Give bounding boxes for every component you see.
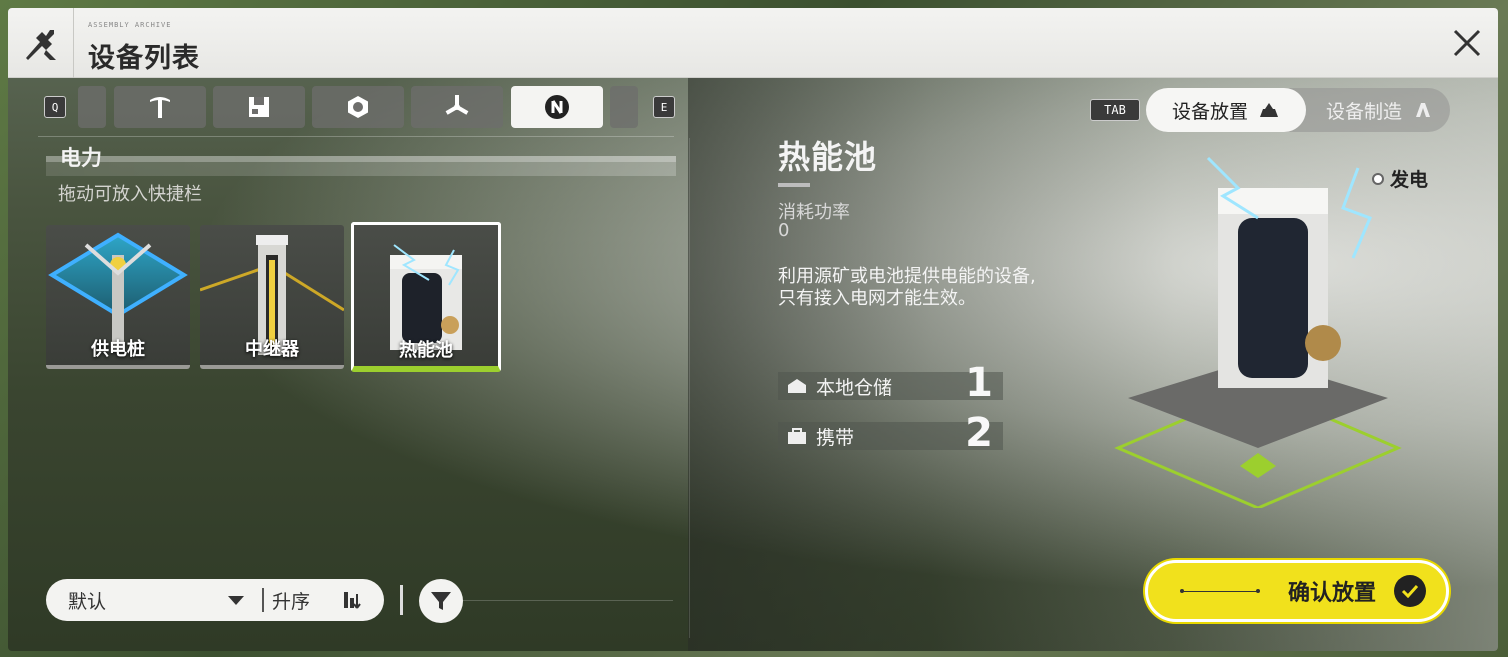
section-bar	[46, 156, 676, 176]
filter-divider	[463, 600, 673, 601]
tab-pickaxe[interactable]	[114, 86, 206, 128]
tab-nut[interactable]	[312, 86, 404, 128]
stock-carry: 携带 2	[778, 410, 1003, 456]
description-line: 只有接入电网才能生效。	[778, 288, 976, 309]
stock-value: 1	[965, 360, 993, 406]
power-type-tag: 发电	[1372, 165, 1428, 192]
section-hint: 拖动可放入快捷栏	[58, 184, 202, 205]
sort-ascending-icon[interactable]	[342, 590, 364, 610]
controls-separator	[400, 585, 403, 615]
item-relay[interactable]: 中继器	[200, 225, 344, 369]
tab-fan[interactable]	[411, 86, 503, 128]
storage-icon	[249, 97, 269, 117]
detail-description: 利用源矿或电池提供电能的设备, 只有接入电网才能生效。	[778, 266, 1108, 310]
tab-power[interactable]	[511, 86, 603, 128]
detail-dash	[778, 183, 810, 187]
tabs-divider	[38, 136, 674, 137]
confirm-place-button[interactable]: 确认放置	[1145, 560, 1449, 622]
place-icon	[1260, 103, 1278, 117]
item-thermal-pool[interactable]: 热能池	[351, 222, 501, 372]
power-consumption-value: 0	[778, 220, 790, 241]
fan-icon	[445, 95, 469, 115]
tab-partial-right[interactable]	[610, 86, 638, 128]
stock-value: 2	[965, 410, 993, 456]
chevron-down-icon[interactable]	[228, 595, 244, 605]
mode-place-button[interactable]: 设备放置	[1146, 88, 1306, 132]
sort-order-button[interactable]: 升序	[272, 587, 342, 614]
prev-tab-key[interactable]: Q	[44, 96, 66, 118]
mode-place-label: 设备放置	[1171, 100, 1248, 123]
sort-control: 默认 升序	[46, 579, 384, 621]
filter-button[interactable]	[419, 579, 463, 623]
check-icon	[1394, 575, 1427, 607]
filter-icon	[431, 592, 451, 610]
sort-separator	[262, 588, 264, 612]
confirm-decoration	[1180, 588, 1260, 593]
item-power-pylon[interactable]: 供电桩	[46, 225, 190, 369]
header: ASSEMBLY ARCHIVE 设备列表	[8, 8, 1498, 78]
mode-craft-label: 设备制造	[1325, 100, 1402, 123]
tab-partial-left[interactable]	[78, 86, 106, 128]
close-icon	[1453, 29, 1481, 57]
section-title: 电力	[60, 146, 102, 170]
mode-craft-button[interactable]: 设备制造	[1310, 88, 1450, 132]
backpack-icon	[788, 428, 806, 444]
detail-name: 热能池	[778, 138, 878, 176]
item-label: 中继器	[245, 339, 299, 360]
stock-label: 携带	[816, 426, 855, 449]
wrench-icon	[8, 8, 74, 78]
confirm-label: 确认放置	[1288, 581, 1377, 606]
stock-local-storage: 本地仓储 1	[778, 360, 1003, 406]
brand-small: ASSEMBLY ARCHIVE	[88, 21, 172, 29]
warehouse-icon	[788, 379, 806, 393]
stock-label: 本地仓储	[816, 376, 893, 399]
close-button[interactable]	[1450, 26, 1484, 60]
power-dot-icon	[1372, 172, 1384, 185]
nut-icon	[348, 96, 368, 118]
panel-divider	[689, 138, 690, 638]
tab-storage[interactable]	[213, 86, 305, 128]
craft-icon	[1416, 103, 1430, 117]
device-preview	[1114, 156, 1402, 508]
description-line: 利用源矿或电池提供电能的设备,	[778, 266, 1036, 287]
page-title: 设备列表	[88, 43, 200, 74]
item-label: 热能池	[399, 340, 453, 361]
power-type-label: 发电	[1390, 169, 1429, 191]
tab-key[interactable]: TAB	[1090, 99, 1140, 121]
device-list-panel: ASSEMBLY ARCHIVE 设备列表 Q E 电力 拖动可放入快捷栏 供电…	[8, 8, 1498, 651]
pickaxe-icon	[150, 97, 170, 118]
next-tab-key[interactable]: E	[653, 96, 675, 118]
sort-dropdown[interactable]: 默认	[68, 587, 218, 614]
item-label: 供电桩	[91, 339, 145, 360]
power-icon	[545, 95, 569, 119]
